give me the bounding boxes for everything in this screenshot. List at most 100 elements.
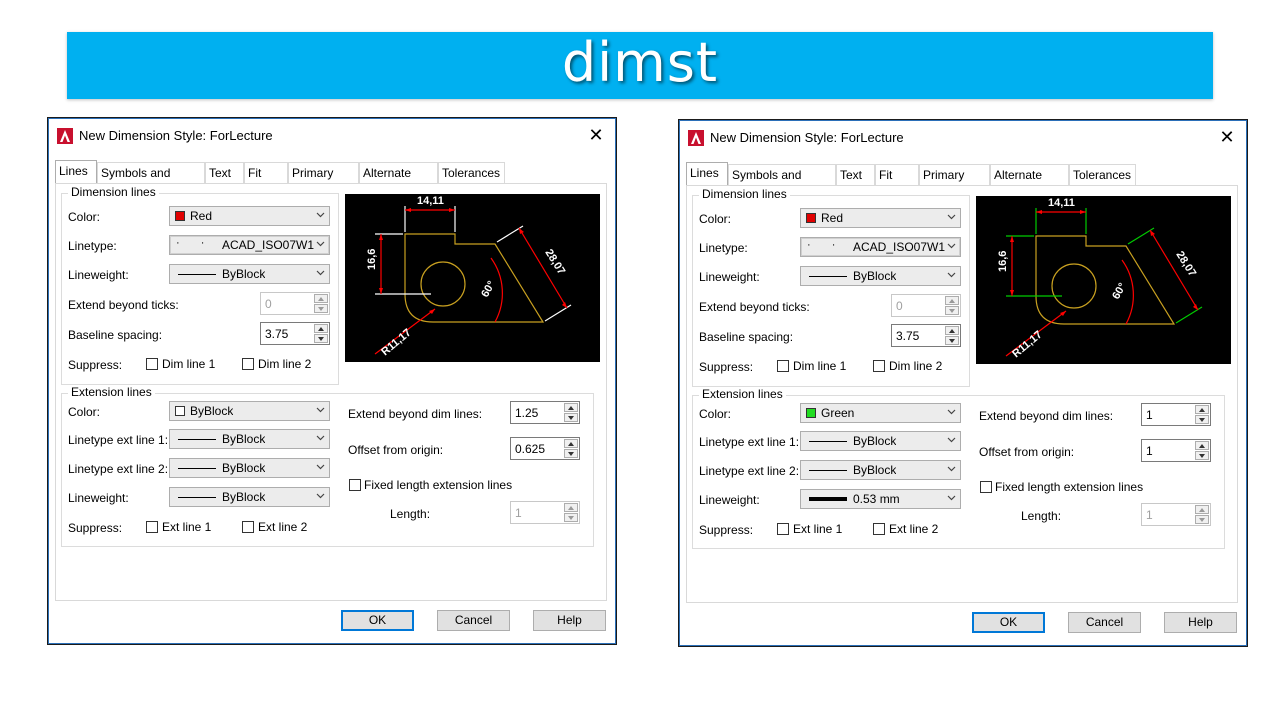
spin-down-icon[interactable] bbox=[564, 513, 578, 522]
chevron-down-icon bbox=[316, 435, 325, 441]
spin-up-icon[interactable] bbox=[564, 403, 578, 412]
tab-text[interactable]: Text bbox=[205, 162, 244, 183]
spin-up-icon[interactable] bbox=[945, 326, 959, 335]
extension-lines-group: Extension lines Color: ByBlock Linetype … bbox=[61, 385, 594, 547]
spin-down-icon[interactable] bbox=[314, 334, 328, 343]
tab-tolerances[interactable]: Tolerances bbox=[1069, 164, 1136, 185]
spin-down-icon[interactable] bbox=[1195, 515, 1209, 524]
linetype-label: Linetype: bbox=[699, 241, 748, 255]
length-spinner[interactable]: 1 bbox=[510, 501, 580, 524]
preview-dim-text: 14,11 bbox=[1048, 197, 1075, 209]
ext-color-value: Green bbox=[821, 406, 855, 420]
dimension-lines-group: Dimension lines Color: Red Linetype: · ·… bbox=[61, 185, 339, 385]
spin-down-icon[interactable] bbox=[564, 413, 578, 422]
ext-lineweight-select[interactable]: 0.53 mm bbox=[800, 489, 961, 509]
spin-up-icon[interactable] bbox=[564, 439, 578, 448]
linetype-ext-line-1-value: ByBlock bbox=[853, 434, 897, 448]
fixed-length-checkbox[interactable] bbox=[349, 479, 361, 491]
baseline-spacing-spinner[interactable]: 3.75 bbox=[260, 322, 330, 345]
spin-up-icon[interactable] bbox=[1195, 505, 1209, 514]
linetype-ext-line-2-select[interactable]: ByBlock bbox=[800, 460, 961, 480]
dim-linetype-select[interactable]: · · ACAD_ISO07W100 bbox=[169, 235, 330, 255]
ext-color-select[interactable]: Green bbox=[800, 403, 961, 423]
fixed-length-checkbox[interactable] bbox=[980, 481, 992, 493]
extend-beyond-dim-lines-spinner[interactable]: 1.25 bbox=[510, 401, 580, 424]
preview-hole-circle bbox=[420, 261, 466, 307]
cancel-button[interactable]: Cancel bbox=[437, 610, 510, 631]
dim-line-1-checkbox[interactable] bbox=[146, 358, 158, 370]
tab-fit[interactable]: Fit bbox=[875, 164, 919, 185]
lineweight-glyph-icon bbox=[809, 276, 847, 277]
tab-fit[interactable]: Fit bbox=[244, 162, 288, 183]
spin-up-icon[interactable] bbox=[1195, 405, 1209, 414]
spin-down-icon[interactable] bbox=[1195, 415, 1209, 424]
tab-symbols-and-arrows[interactable]: Symbols and Arrows bbox=[728, 164, 836, 203]
dim-line-2-checkbox[interactable] bbox=[242, 358, 254, 370]
ext-lineweight-select[interactable]: ByBlock bbox=[169, 487, 330, 507]
spin-down-icon[interactable] bbox=[564, 449, 578, 458]
help-button[interactable]: Help bbox=[533, 610, 606, 631]
tab-tolerances[interactable]: Tolerances bbox=[438, 162, 505, 183]
cancel-button[interactable]: Cancel bbox=[1068, 612, 1141, 633]
dim-line-1-checkbox[interactable] bbox=[777, 360, 789, 372]
ext-color-select[interactable]: ByBlock bbox=[169, 401, 330, 421]
linetype-ext-line-1-select[interactable]: ByBlock bbox=[800, 431, 961, 451]
preview-part-outline bbox=[1035, 235, 1176, 325]
spin-up-icon[interactable] bbox=[945, 296, 959, 305]
ok-button[interactable]: OK bbox=[341, 610, 414, 631]
tab-strip: Lines Symbols and Arrows Text Fit Primar… bbox=[55, 160, 505, 201]
spin-up-icon[interactable] bbox=[1195, 441, 1209, 450]
title-bar[interactable]: New Dimension Style: ForLecture ✕ bbox=[680, 121, 1246, 155]
ok-button[interactable]: OK bbox=[972, 612, 1045, 633]
baseline-spacing-spinner[interactable]: 3.75 bbox=[891, 324, 961, 347]
chevron-down-icon bbox=[947, 409, 956, 415]
linetype-ext-line-2-label: Linetype ext line 2: bbox=[68, 462, 169, 476]
spin-up-icon[interactable] bbox=[314, 294, 328, 303]
spin-up-icon[interactable] bbox=[314, 324, 328, 333]
dim-color-select[interactable]: Red bbox=[800, 208, 961, 228]
ext-line-1-checkbox[interactable] bbox=[777, 523, 789, 535]
title-banner: dimst bbox=[67, 32, 1213, 99]
extend-beyond-ticks-spinner[interactable]: 0 bbox=[260, 292, 330, 315]
color-swatch bbox=[806, 213, 816, 223]
tab-alternate-units[interactable]: Alternate Units bbox=[990, 164, 1069, 203]
spin-down-icon[interactable] bbox=[945, 336, 959, 345]
tab-lines[interactable]: Lines bbox=[686, 162, 728, 186]
linetype-ext-line-1-select[interactable]: ByBlock bbox=[169, 429, 330, 449]
ext-line-2-checkbox[interactable] bbox=[873, 523, 885, 535]
dimension-lines-group: Dimension lines Color: Red Linetype: · ·… bbox=[692, 187, 970, 387]
help-button[interactable]: Help bbox=[1164, 612, 1237, 633]
dim-line-2-checkbox[interactable] bbox=[873, 360, 885, 372]
tab-symbols-and-arrows[interactable]: Symbols and Arrows bbox=[97, 162, 205, 201]
ext-line-1-checkbox[interactable] bbox=[146, 521, 158, 533]
spin-down-icon[interactable] bbox=[945, 306, 959, 315]
dim-lineweight-select[interactable]: ByBlock bbox=[800, 266, 961, 286]
color-swatch bbox=[175, 406, 185, 416]
title-bar[interactable]: New Dimension Style: ForLecture ✕ bbox=[49, 119, 615, 153]
tab-lines[interactable]: Lines bbox=[55, 160, 97, 184]
group-title: Dimension lines bbox=[68, 185, 159, 199]
dim-color-select[interactable]: Red bbox=[169, 206, 330, 226]
close-icon[interactable]: ✕ bbox=[1216, 126, 1238, 148]
linetype-ext-line-2-select[interactable]: ByBlock bbox=[169, 458, 330, 478]
preview-dim-text: 60° bbox=[479, 279, 498, 299]
tab-primary-units[interactable]: Primary Units bbox=[919, 164, 990, 203]
tab-primary-units[interactable]: Primary Units bbox=[288, 162, 359, 201]
ext-line-2-checkbox[interactable] bbox=[242, 521, 254, 533]
tab-text[interactable]: Text bbox=[836, 164, 875, 185]
length-spinner[interactable]: 1 bbox=[1141, 503, 1211, 526]
spin-up-icon[interactable] bbox=[564, 503, 578, 512]
close-icon[interactable]: ✕ bbox=[585, 124, 607, 146]
dim-color-value: Red bbox=[821, 211, 844, 225]
dim-lineweight-select[interactable]: ByBlock bbox=[169, 264, 330, 284]
autocad-logo-icon bbox=[57, 128, 73, 144]
dim-linetype-select[interactable]: · · ACAD_ISO07W100 bbox=[800, 237, 961, 257]
extend-beyond-dim-lines-spinner[interactable]: 1 bbox=[1141, 403, 1211, 426]
extend-beyond-ticks-spinner[interactable]: 0 bbox=[891, 294, 961, 317]
tab-alternate-units[interactable]: Alternate Units bbox=[359, 162, 438, 201]
ext-line-1-label: Ext line 1 bbox=[793, 522, 843, 536]
spin-down-icon[interactable] bbox=[1195, 451, 1209, 460]
offset-from-origin-spinner[interactable]: 1 bbox=[1141, 439, 1211, 462]
spin-down-icon[interactable] bbox=[314, 304, 328, 313]
offset-from-origin-spinner[interactable]: 0.625 bbox=[510, 437, 580, 460]
